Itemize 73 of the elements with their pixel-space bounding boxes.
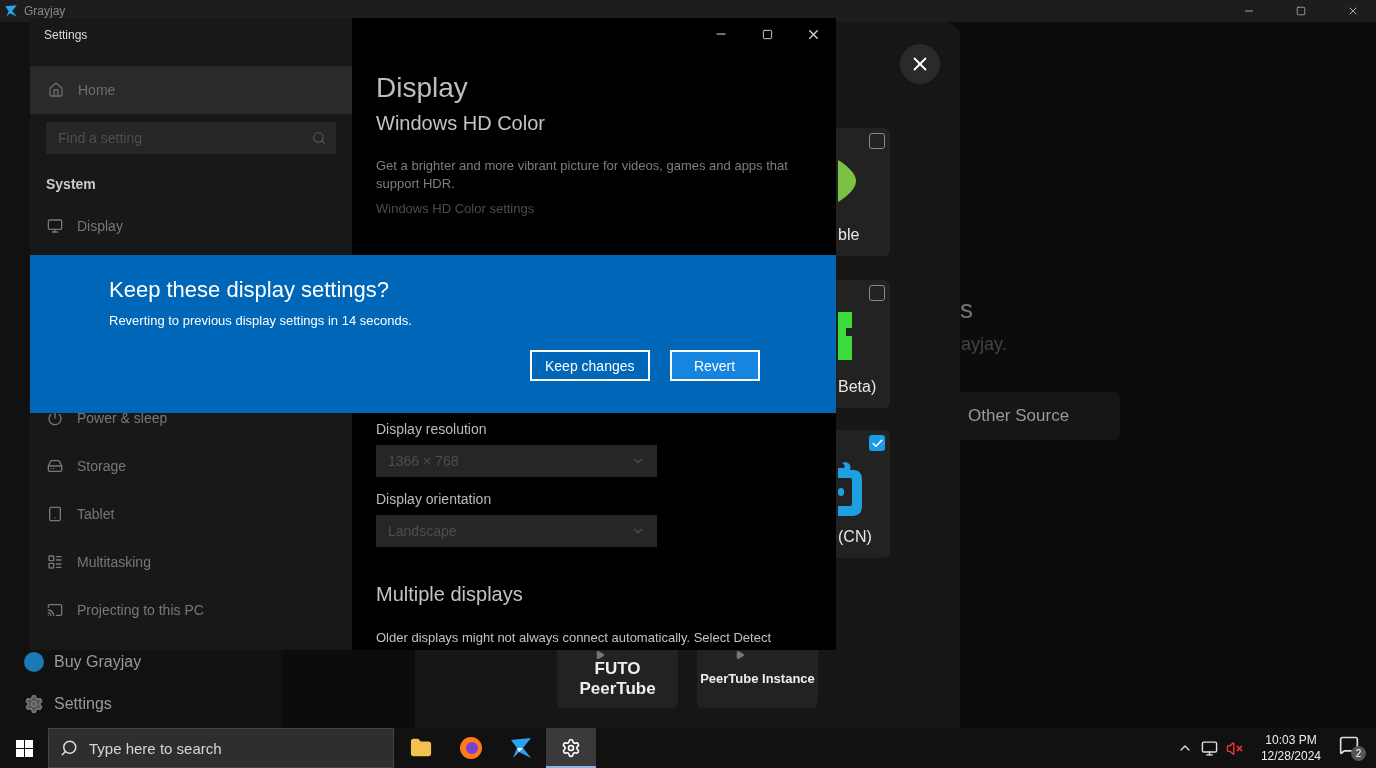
grayjay-icon [509, 736, 533, 760]
window-title: Grayjay [24, 4, 67, 18]
taskbar-app[interactable] [546, 728, 596, 768]
nav-item[interactable]: Storage [30, 442, 352, 490]
coin-icon [24, 652, 44, 672]
checkbox[interactable] [869, 435, 885, 451]
nav-item[interactable]: Projecting to this PC [30, 586, 352, 634]
keep-button[interactable]: Keep changes [530, 350, 650, 381]
section-title: Windows HD Color [376, 112, 546, 135]
restore-icon [1296, 6, 1306, 16]
folder-icon [410, 737, 432, 759]
cast-icon [47, 602, 63, 618]
volume-muted-icon[interactable] [1225, 739, 1243, 757]
window-title: Settings [43, 27, 89, 44]
section-title: Multiple displays [376, 583, 524, 606]
source-name: Beta) [838, 378, 878, 396]
nav-item[interactable]: Display [30, 202, 352, 250]
search-icon [312, 131, 326, 145]
monitor-icon [47, 218, 63, 234]
source-name: PeerTube Instance [700, 671, 815, 687]
revert-button[interactable]: Revert [669, 350, 760, 381]
field-label: Display orientation [376, 491, 493, 507]
search-icon [60, 739, 78, 757]
grayjay-logo-icon [4, 4, 18, 18]
checkbox[interactable] [869, 133, 885, 149]
clock[interactable]: 10:03 PM 12/28/2024 [1260, 732, 1321, 764]
firefox-icon [459, 736, 483, 760]
settings-icon [561, 738, 581, 758]
power-icon [47, 410, 63, 426]
play-icon [735, 650, 745, 660]
source-card[interactable]: (CN) [836, 430, 890, 558]
source-card[interactable]: FUTO PeerTube [557, 650, 678, 708]
notification-count: 2 [1351, 746, 1366, 761]
message-icon [1339, 735, 1359, 755]
page-heading: s [960, 294, 973, 325]
checkbox[interactable] [869, 285, 885, 301]
play-icon [595, 650, 605, 660]
source-name: (CN) [838, 528, 873, 546]
description: Get a brighter and more vibrant picture for videos, games and apps that support HDR. [376, 157, 789, 193]
time: 10:03 PM [1265, 732, 1317, 748]
source-name: ble [838, 226, 861, 244]
source-card[interactable]: ble [836, 128, 890, 256]
close-button[interactable] [900, 44, 940, 84]
source-card[interactable]: Beta) [836, 280, 890, 408]
dialog-title: Keep these display settings? [109, 277, 391, 303]
page-title: Display [376, 72, 469, 104]
dialog-message: Reverting to previous display settings in 14 seconds. [109, 313, 413, 328]
home-icon [48, 82, 64, 98]
robot-icon [838, 462, 862, 518]
notifications-button[interactable]: 2 [1339, 735, 1366, 761]
settings-icon [24, 694, 44, 714]
network-icon[interactable] [1200, 739, 1218, 757]
close-icon [1347, 5, 1359, 17]
add-source-button[interactable]: Other Source [960, 392, 1120, 440]
windows-icon [15, 739, 33, 757]
sidebar-item[interactable]: Settings [24, 693, 112, 715]
description: Older displays might not always connect automatically. Select Detect [376, 630, 772, 645]
sidebar-item[interactable]: Buy Grayjay [24, 651, 142, 673]
field-label: Display resolution [376, 421, 488, 437]
maximize-icon [761, 28, 773, 40]
drive-icon [47, 458, 63, 474]
list-icon [47, 554, 63, 570]
source-name: FUTO PeerTube [578, 659, 657, 699]
tablet-icon [47, 506, 63, 522]
nav-item[interactable]: Multitasking [30, 538, 352, 586]
taskbar-search[interactable]: Type here to search [48, 728, 394, 768]
leaf-icon [838, 160, 856, 202]
nav-item[interactable]: Tablet [30, 490, 352, 538]
blocks-icon [838, 312, 852, 360]
date: 12/28/2024 [1260, 748, 1321, 764]
page-subtitle: ayjay. [961, 334, 1007, 355]
source-card[interactable]: PeerTube Instance [697, 650, 818, 708]
section-heading: System [46, 176, 97, 192]
